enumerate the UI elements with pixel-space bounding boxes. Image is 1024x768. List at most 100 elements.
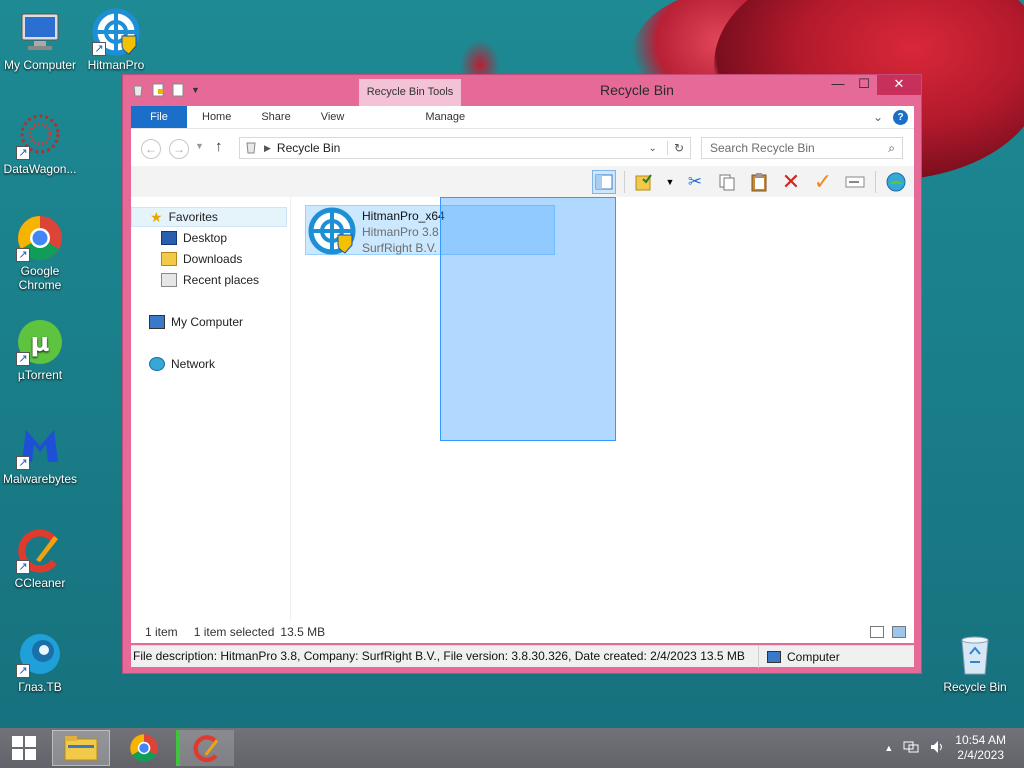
file-description: HitmanPro 3.8 [362, 225, 439, 239]
nav-recent-places[interactable]: Recent places [161, 270, 259, 290]
desktop-icon-label: µTorrent [17, 368, 63, 382]
search-input[interactable]: Search Recycle Bin ⌕ [701, 137, 903, 159]
nav-label: Network [171, 357, 216, 371]
nav-label: My Computer [171, 315, 244, 329]
up-button[interactable]: ↑ [215, 138, 223, 155]
large-icons-view-icon[interactable] [892, 626, 906, 638]
tab-manage[interactable]: Manage [395, 106, 495, 128]
rename-icon[interactable] [843, 170, 867, 194]
desktop-icon-datawagon[interactable]: ↗ DataWagon... [0, 112, 80, 176]
globe-icon[interactable] [884, 170, 908, 194]
desktop-icon-ccleaner[interactable]: ↗ CCleaner [0, 526, 80, 590]
clock[interactable]: 10:54 AM 2/4/2023 [955, 733, 1006, 763]
nav-desktop[interactable]: Desktop [161, 228, 227, 248]
check-icon[interactable]: ✓ [811, 169, 835, 194]
view-switcher [870, 626, 914, 638]
nav-favorites[interactable]: ★ Favorites [131, 207, 287, 227]
close-button[interactable]: ✕ [877, 75, 921, 95]
network-icon[interactable] [903, 740, 919, 757]
paste-icon[interactable] [747, 170, 771, 194]
desktop-icon-google-chrome[interactable]: ↗ Google Chrome [0, 214, 80, 292]
show-hidden-icons-icon[interactable]: ▲ [884, 743, 893, 753]
tab-home[interactable]: Home [187, 106, 246, 128]
desktop-icon-utorrent[interactable]: µ ↗ µTorrent [0, 318, 80, 382]
desktop-icon-label: Malwarebytes [2, 472, 78, 486]
nav-network[interactable]: Network [149, 354, 215, 374]
nav-label: Downloads [183, 252, 243, 266]
forward-button[interactable]: → [169, 139, 189, 159]
nav-label: Favorites [168, 210, 218, 224]
expand-ribbon-icon[interactable]: ⌄ [873, 110, 883, 124]
address-row: ← → ▼ ↑ ▶ Recycle Bin ⌄ ↻ Search Recycle… [131, 128, 914, 166]
nav-my-computer[interactable]: My Computer [149, 312, 243, 332]
window-controls: — ☐ ✕ [825, 75, 921, 95]
recycle-bin-small-icon [244, 140, 258, 157]
explorer-window: ▼ Recycle Bin Tools Recycle Bin — ☐ ✕ Fi… [122, 74, 922, 674]
copy-icon[interactable] [715, 170, 739, 194]
desktop-icon-hitmanpro[interactable]: ↗ HitmanPro [76, 8, 156, 72]
desktop-icon-label: Google Chrome [18, 264, 62, 292]
delete-icon[interactable]: ✕ [779, 169, 803, 194]
chrome-icon [130, 734, 158, 762]
taskbar-chrome[interactable] [115, 730, 173, 766]
address-dropdown-icon[interactable]: ⌄ [649, 143, 657, 154]
details-bar: File description: HitmanPro 3.8, Company… [131, 645, 914, 668]
properties-folder-icon[interactable] [633, 170, 657, 194]
recycle-bin-icon [951, 630, 999, 678]
datawagon-icon: ↗ [16, 112, 64, 160]
zone-label: Computer [787, 649, 840, 664]
help-icon[interactable]: ? [893, 109, 908, 125]
ccleaner-icon [193, 735, 219, 763]
utorrent-icon: µ ↗ [16, 318, 64, 366]
search-placeholder: Search Recycle Bin [710, 141, 815, 155]
cut-icon[interactable]: ✂ [683, 170, 707, 194]
ccleaner-icon: ↗ [16, 526, 64, 574]
taskbar-ccleaner[interactable] [176, 730, 234, 766]
navigation-pane: ★ Favorites Desktop Downloads Recent pla… [131, 197, 291, 621]
refresh-icon[interactable]: ↻ [666, 141, 690, 155]
volume-icon[interactable] [929, 740, 945, 757]
breadcrumb-location[interactable]: Recycle Bin [277, 141, 340, 155]
preview-pane-icon[interactable] [592, 169, 616, 194]
desktop-icon-my-computer[interactable]: My Computer [0, 8, 80, 72]
address-bar[interactable]: ▶ Recycle Bin ⌄ ↻ [239, 137, 691, 159]
title-bar[interactable]: ▼ Recycle Bin Tools Recycle Bin — ☐ ✕ [123, 75, 921, 106]
taskbar-file-explorer[interactable] [52, 730, 110, 766]
glaz-tv-icon: ↗ [16, 630, 64, 678]
maximize-button[interactable]: ☐ [851, 75, 877, 95]
desktop-icon-label: DataWagon... [3, 162, 77, 176]
tab-file[interactable]: File [131, 106, 187, 128]
recent-locations-dropdown-icon[interactable]: ▼ [195, 141, 204, 151]
desktop-icon-glaz-tv[interactable]: ↗ Глаз.ТВ [0, 630, 80, 694]
breadcrumb-chevron-icon[interactable]: ▶ [264, 143, 271, 154]
windows-logo-icon [12, 736, 36, 760]
dropdown-icon[interactable]: ▼ [665, 170, 675, 194]
back-button[interactable]: ← [141, 139, 161, 159]
selection-marquee [440, 197, 616, 441]
hitmanpro-icon [308, 207, 356, 255]
computer-icon [767, 650, 781, 663]
tab-view[interactable]: View [306, 106, 360, 128]
item-count: 1 item [145, 625, 178, 639]
status-bar: 1 item 1 item selected 13.5 MB [131, 621, 914, 643]
toolbar-separator [624, 170, 625, 193]
minimize-button[interactable]: — [825, 75, 851, 95]
nav-label: Recent places [183, 273, 260, 287]
desktop-icon-malwarebytes[interactable]: ↗ Malwarebytes [0, 422, 80, 486]
system-tray: ▲ 10:54 AM 2/4/2023 [884, 728, 1024, 768]
desktop-folder-icon [161, 231, 177, 245]
taskbar: ▲ 10:54 AM 2/4/2023 [0, 728, 1024, 768]
search-icon[interactable]: ⌕ [888, 138, 895, 158]
details-view-icon[interactable] [870, 626, 884, 638]
file-company: SurfRight B.V. [362, 241, 437, 255]
computer-icon [16, 8, 64, 56]
desktop-icon-recycle-bin[interactable]: Recycle Bin [935, 630, 1015, 694]
downloads-folder-icon [161, 252, 177, 266]
desktop-icon-label: CCleaner [14, 576, 66, 590]
selected-count: 1 item selected [193, 625, 275, 639]
start-button[interactable] [0, 728, 48, 768]
network-icon [149, 357, 165, 371]
file-details-text: File description: HitmanPro 3.8, Company… [131, 645, 759, 668]
tab-share[interactable]: Share [246, 106, 305, 128]
nav-downloads[interactable]: Downloads [161, 249, 242, 269]
